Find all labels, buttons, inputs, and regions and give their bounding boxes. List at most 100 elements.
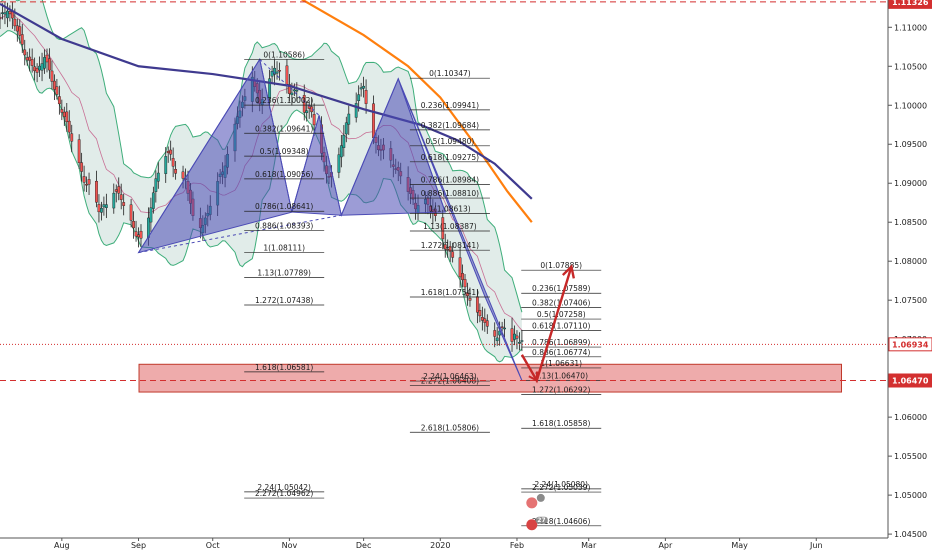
time-tick-label: May	[731, 541, 748, 550]
candle-body	[156, 172, 160, 182]
candle-body	[344, 122, 348, 135]
candle-body	[166, 150, 170, 154]
candle-body	[342, 134, 346, 148]
candle-body	[171, 158, 175, 167]
price-tick-label: 1.11000	[894, 23, 927, 32]
fib-label: 2.618(1.05806)	[421, 423, 479, 432]
time-tick-label: Apr	[658, 541, 673, 550]
candle-body	[305, 110, 309, 114]
candle-body	[129, 204, 133, 221]
candle-body	[80, 162, 84, 172]
candle-body	[461, 273, 464, 281]
price-tick-label: 1.10500	[894, 62, 927, 71]
candle-body	[57, 96, 61, 105]
candle-body	[53, 80, 56, 90]
target-zone	[138, 363, 843, 393]
candle-body	[114, 189, 118, 192]
candle-body	[181, 171, 185, 179]
candle-body	[515, 335, 519, 339]
candle-body	[295, 89, 299, 92]
price-axis-bg	[888, 0, 932, 550]
candle-body	[23, 49, 27, 56]
price-tick-label: 1.07500	[894, 296, 927, 305]
candle-body	[500, 326, 504, 329]
fib-label: 1.13(1.06470)	[534, 371, 588, 380]
candle-body	[518, 342, 521, 344]
candle-body	[30, 59, 34, 66]
chart-canvas[interactable]: 0(1.10586) 0.236(1.10002) 0.382(1.09641) 0.…	[0, 0, 932, 550]
candle-body	[520, 340, 524, 342]
candle-body	[475, 296, 479, 313]
price-tag-label: 1.06934	[892, 340, 929, 349]
event-badge-count: 27	[537, 517, 545, 524]
fib-label: 1.13(1.08387)	[423, 222, 477, 231]
fib-label: 0(1.10347)	[429, 69, 471, 78]
candle-body	[451, 251, 455, 258]
candle-body	[337, 154, 341, 173]
candle-body	[82, 176, 86, 183]
candle-body	[62, 111, 66, 117]
candle-body	[137, 234, 140, 238]
candle-body	[8, 11, 12, 15]
candle-body	[164, 156, 168, 174]
candle-body	[112, 192, 116, 209]
candle-body	[102, 204, 106, 208]
candle-body	[468, 298, 472, 301]
fib-label: 0(1.10586)	[263, 51, 305, 60]
fib-label: 1.272(1.07438)	[255, 296, 313, 305]
candle-body	[50, 70, 54, 82]
fib-label: 0.618(1.09275)	[421, 153, 479, 162]
fib-label: 0.382(1.09641)	[255, 124, 313, 133]
fib-label: 1.272(1.06292)	[532, 385, 590, 394]
fib-label: 0.5(1.07258)	[537, 310, 586, 319]
price-tick-label: 1.09000	[894, 179, 927, 188]
fib-label: 0.236(1.07589)	[532, 284, 590, 293]
candle-body	[463, 279, 467, 288]
candle-body	[122, 202, 126, 206]
candle-body	[119, 194, 123, 200]
candle-body	[1, 12, 4, 14]
price-tag-label: 1.06470	[892, 376, 929, 385]
candle-body	[357, 94, 361, 102]
price-tick-label: 1.10000	[894, 101, 927, 110]
time-tick-label: Feb	[510, 541, 524, 550]
fib-label: 1(1.08111)	[263, 244, 305, 253]
candle-body	[70, 133, 74, 142]
candle-body	[132, 220, 135, 229]
fib-label: 0.5(1.09348)	[260, 147, 309, 156]
candle-body	[28, 56, 32, 61]
candle-body	[104, 204, 108, 208]
candle-body	[48, 58, 51, 71]
candle-body	[478, 310, 482, 317]
fib-label: 0.618(1.07110)	[532, 322, 590, 331]
candle-body	[6, 10, 9, 19]
price-tick-label: 1.04500	[894, 530, 927, 539]
candle-body	[43, 57, 46, 69]
candle-body	[40, 63, 44, 71]
candle-body	[67, 120, 71, 133]
candle-body	[18, 26, 22, 36]
candle-body	[151, 192, 155, 209]
price-tag-label: 1.11326	[892, 0, 929, 7]
fib-label: 1.618(1.05858)	[532, 419, 590, 428]
fib-label: 0.236(1.09941)	[421, 101, 479, 110]
chart-area[interactable]: 0(1.10586) 0.236(1.10002) 0.382(1.09641) 0.…	[0, 0, 932, 550]
candle-body	[117, 186, 121, 194]
candle-body	[174, 169, 178, 174]
time-tick-label: Nov	[282, 541, 298, 550]
time-tick-label: Jun	[809, 541, 823, 550]
candle-body	[25, 57, 29, 61]
candle-body	[372, 103, 375, 138]
time-tick-label: 2020	[430, 541, 450, 550]
candle-body	[285, 65, 289, 85]
event-badge-icon	[526, 497, 538, 509]
candle-body	[134, 231, 138, 237]
candle-body	[278, 70, 281, 72]
fib-label: 0.382(1.09684)	[421, 121, 479, 130]
candle-body	[485, 320, 489, 327]
fib-label: 0.886(1.08810)	[421, 189, 479, 198]
candle-body	[139, 230, 143, 239]
candle-body	[33, 66, 37, 72]
candle-body	[3, 12, 7, 15]
candle-body	[85, 183, 88, 186]
